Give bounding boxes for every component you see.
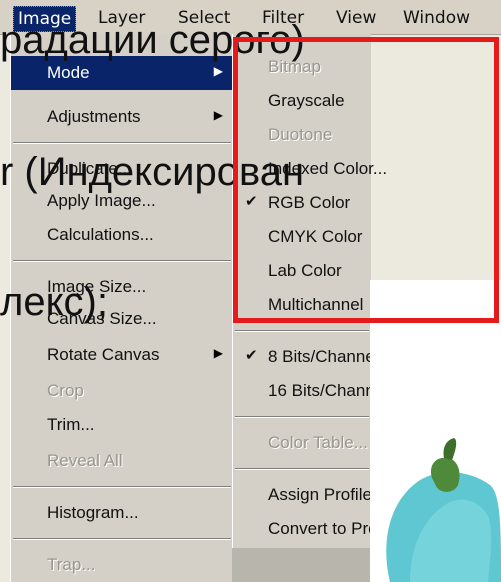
menu-item-calculations[interactable]: Calculations... — [11, 218, 233, 252]
submenu-arrow-icon: ▶ — [213, 64, 223, 78]
menu-item-trim[interactable]: Trim... — [11, 408, 233, 442]
overlay-text-line-1: радации серого) — [0, 18, 305, 62]
menu-item-label: Rotate Canvas — [47, 345, 160, 364]
menu-item-label: Trim... — [47, 415, 95, 434]
mode-item-duotone[interactable]: Duotone — [233, 118, 371, 152]
mode-item-8-bits[interactable]: ✔ 8 Bits/Channel — [233, 340, 379, 374]
menu-item-label: Multichannel — [268, 295, 364, 314]
menu-item-label: Apply Image... — [47, 191, 156, 210]
menu-item-label: Crop — [47, 381, 84, 400]
menu-separator — [13, 260, 231, 262]
mode-submenu: Bitmap Grayscale Duotone Indexed Color..… — [232, 34, 414, 582]
menu-item-crop[interactable]: Crop — [11, 374, 233, 408]
menu-item-histogram[interactable]: Histogram... — [11, 496, 233, 530]
mode-item-16-bits[interactable]: 16 Bits/Channel — [233, 374, 388, 408]
mode-item-grayscale[interactable]: Grayscale — [233, 84, 371, 118]
menu-item-label: CMYK Color — [268, 227, 363, 246]
menu-window[interactable]: Window — [403, 8, 470, 28]
mode-item-lab-color[interactable]: Lab Color — [233, 254, 371, 288]
menu-item-label: Trap... — [47, 555, 96, 574]
menu-separator — [235, 330, 369, 332]
menu-item-label: Adjustments — [47, 107, 141, 126]
document-background — [232, 548, 370, 582]
menu-item-label: 8 Bits/Channel — [268, 347, 379, 366]
checkmark-icon: ✔ — [245, 347, 258, 364]
menu-item-adjustments[interactable]: Adjustments ▶ — [11, 100, 233, 134]
mode-item-convert-to-profile[interactable]: Convert to Profile... — [233, 512, 414, 546]
menu-separator — [13, 486, 231, 488]
overlay-text-line-2: r (Индексирован — [0, 150, 305, 194]
menu-view[interactable]: View — [336, 8, 376, 28]
menu-item-label: Grayscale — [268, 91, 345, 110]
menu-separator — [235, 468, 369, 470]
menu-item-rotate-canvas[interactable]: Rotate Canvas ▶ — [11, 338, 233, 372]
submenu-arrow-icon: ▶ — [213, 108, 223, 122]
pepper-image — [370, 280, 501, 582]
mode-item-assign-profile[interactable]: Assign Profile... — [233, 478, 386, 512]
mode-item-cmyk-color[interactable]: CMYK Color — [233, 220, 371, 254]
submenu-arrow-icon: ▶ — [213, 346, 223, 360]
overlay-text-line-3: лекс); — [0, 280, 108, 324]
menu-separator — [13, 538, 231, 540]
menu-separator — [235, 416, 369, 418]
mode-item-multichannel[interactable]: Multichannel — [233, 288, 371, 322]
menu-item-label: Histogram... — [47, 503, 139, 522]
menu-item-label: Calculations... — [47, 225, 154, 244]
menu-item-label: Duotone — [268, 125, 333, 144]
menu-item-trap[interactable]: Trap... — [11, 548, 233, 582]
menu-item-label: Reveal All — [47, 451, 123, 470]
checkmark-icon: ✔ — [245, 193, 258, 210]
mode-item-color-table[interactable]: Color Table... — [233, 426, 371, 460]
menu-item-reveal-all[interactable]: Reveal All — [11, 444, 233, 478]
menu-item-label: Color Table... — [268, 433, 368, 452]
menu-item-label: RGB Color — [268, 193, 351, 212]
pepper-photo — [370, 280, 501, 582]
menu-item-label: Mode — [47, 63, 90, 82]
menu-separator — [13, 142, 231, 144]
menu-item-label: Lab Color — [268, 261, 342, 280]
menu-item-label: Assign Profile... — [268, 485, 387, 504]
